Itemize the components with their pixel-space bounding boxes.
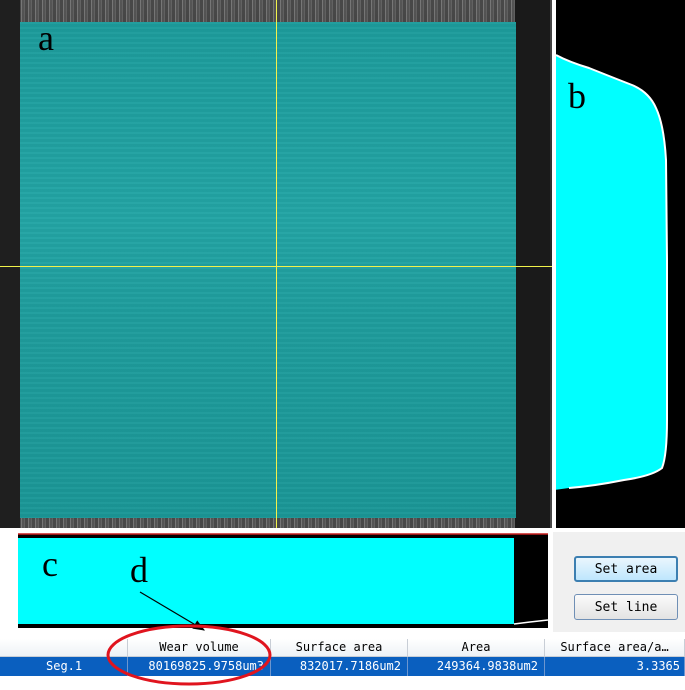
panel-label-c: c <box>42 544 58 584</box>
row-surface-area-value[interactable]: 832017.7186um2 <box>271 657 408 676</box>
horizontal-profile-fill <box>18 538 514 624</box>
row-wear-volume-value[interactable]: 80169825.9758um3 <box>128 657 271 676</box>
horizontal-profile-plot <box>18 533 549 625</box>
controls-panel: Set area Set line <box>553 532 685 632</box>
horizontal-profile-tail <box>513 619 549 625</box>
header-cell-seg <box>0 639 128 657</box>
vertical-profile-fill <box>554 55 667 490</box>
crosshair-vertical[interactable] <box>276 0 277 528</box>
row-surface-area-ratio-value[interactable]: 3.3365 <box>545 657 685 676</box>
header-cell-surface-area-ratio[interactable]: Surface area/a… <box>545 639 685 657</box>
surface-image-view[interactable]: a <box>0 0 552 528</box>
header-cell-area[interactable]: Area <box>408 639 545 657</box>
header-cell-wear-volume[interactable]: Wear volume <box>128 639 271 657</box>
image-left-edge <box>0 0 20 528</box>
vertical-profile-view: b <box>554 0 685 528</box>
crosshair-horizontal[interactable] <box>0 266 552 267</box>
set-line-button[interactable]: Set line <box>574 594 678 620</box>
results-table: Wear volume Surface area Area Surface ar… <box>0 637 685 690</box>
panel-label-b: b <box>568 76 586 116</box>
header-cell-surface-area[interactable]: Surface area <box>271 639 408 657</box>
wear-region-overlay[interactable] <box>20 22 516 518</box>
panel-label-a: a <box>38 18 54 58</box>
row-seg-label[interactable]: Seg.1 <box>0 657 128 676</box>
row-area-value[interactable]: 249364.9838um2 <box>408 657 545 676</box>
annotation-label-d: d <box>130 550 148 590</box>
horizontal-profile-view: c d <box>0 532 552 632</box>
image-right-edge <box>515 0 550 528</box>
set-area-button[interactable]: Set area <box>574 556 678 582</box>
